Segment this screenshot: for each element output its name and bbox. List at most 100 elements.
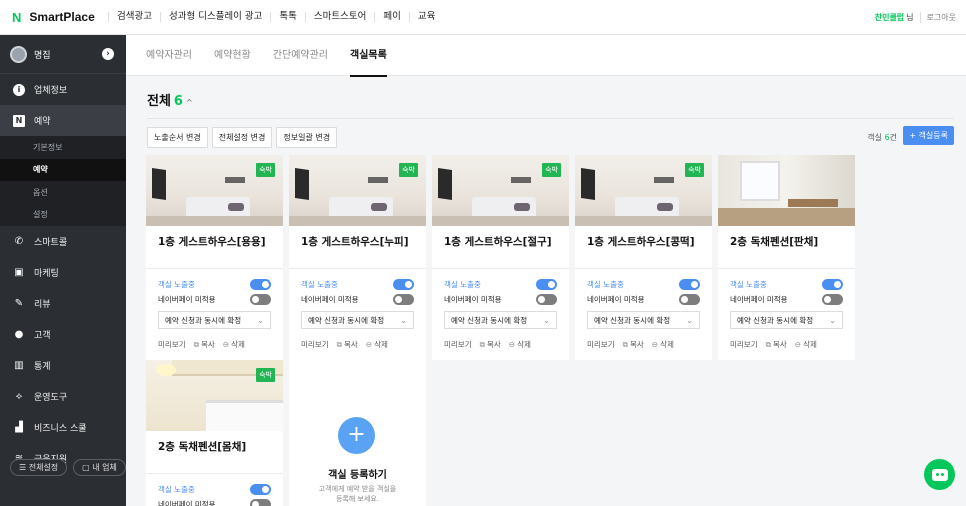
delete-link[interactable]: ⊖ 삭제 [366, 339, 388, 350]
room-card[interactable]: 숙박 2층 독채펜션[몸채] 객실 노출중 네이버페이 미적용 [146, 360, 283, 506]
store-selector[interactable]: 명집 › [0, 35, 126, 74]
exposure-toggle[interactable] [536, 279, 557, 290]
delete-label: 삭제 [231, 340, 245, 349]
room-count-suffix: 건 [889, 133, 897, 142]
chevron-down-icon: ⌄ [829, 315, 836, 325]
copy-link[interactable]: ⧉ 복사 [337, 339, 358, 350]
delete-link[interactable]: ⊖ 삭제 [795, 339, 817, 350]
topnav-display-ads[interactable]: 성과형 디스플레이 광고 [159, 12, 270, 22]
copy-link[interactable]: ⧉ 복사 [623, 339, 644, 350]
preview-link[interactable]: 미리보기 [158, 339, 186, 350]
user-name[interactable]: 찬민클럽 [875, 12, 904, 23]
confirm-mode-select[interactable]: 예약 신청과 동시에 확정 ⌄ [444, 311, 557, 329]
preview-link[interactable]: 미리보기 [301, 339, 329, 350]
confirm-mode-select[interactable]: 예약 신청과 동시에 확정 ⌄ [301, 311, 414, 329]
copy-label: 복사 [486, 340, 501, 349]
plus-icon[interactable]: + [338, 417, 375, 454]
naverpay-toggle[interactable] [679, 294, 700, 305]
chevron-up-icon[interactable]: ^ [186, 98, 193, 107]
exposure-toggle[interactable] [393, 279, 414, 290]
stairs-icon: ▟ [15, 422, 23, 433]
smartplace-logo[interactable]: N SmartPlace [12, 10, 108, 25]
submenu-settings[interactable]: 설정 [0, 204, 126, 227]
trash-icon: ⊖ [222, 340, 230, 349]
select-value: 예약 신청과 동시에 확정 [308, 315, 385, 325]
room-card[interactable]: 숙박 1층 게스트하우스[콩떡] 객실 노출중 네이버페이 미적용 예약 신청과… [575, 155, 712, 360]
sidebar-item-smartcall[interactable]: ✆ 스마트콜 [0, 226, 126, 257]
naverpay-toggle[interactable] [393, 294, 414, 305]
sidebar-item-tools[interactable]: ⟡ 운영도구 [0, 381, 126, 412]
room-card[interactable]: 숙박 1층 게스트하우스[용용] 객실 노출중 네이버페이 미적용 예약 신청과… [146, 155, 283, 360]
tab-status[interactable]: 예약현황 [214, 35, 251, 76]
main-content: 전체 6 ^ 노출순서 변경 전체설정 변경 정보일괄 변경 객실 6건 + 객… [126, 76, 966, 506]
stay-badge: 숙박 [256, 163, 275, 177]
all-settings-label: 전체설정 [28, 463, 59, 472]
sidebar-item-customer[interactable]: ● 고객 [0, 319, 126, 350]
topnav-education[interactable]: 교육 [408, 12, 443, 22]
chatbot-button[interactable] [924, 459, 955, 490]
room-photo: 숙박 [575, 155, 712, 226]
preview-link[interactable]: 미리보기 [587, 339, 615, 350]
room-card[interactable]: 2층 독채펜션[판채] 객실 노출중 네이버페이 미적용 예약 신청과 동시에 … [718, 155, 855, 360]
all-settings-button[interactable]: ☰ 전체설정 [10, 459, 68, 476]
room-card[interactable]: 숙박 1층 게스트하우스[누피] 객실 노출중 네이버페이 미적용 예약 신청과… [289, 155, 426, 360]
sidebar-item-business-info[interactable]: i 업체정보 [0, 74, 126, 105]
naverpay-toggle[interactable] [250, 499, 271, 506]
preview-link[interactable]: 미리보기 [730, 339, 758, 350]
room-photo: 숙박 [146, 155, 283, 226]
tab-room-list[interactable]: 객실목록 [350, 35, 387, 77]
copy-link[interactable]: ⧉ 복사 [766, 339, 787, 350]
delete-label: 삭제 [517, 340, 531, 349]
tab-simple[interactable]: 간단예약관리 [273, 35, 328, 76]
preview-link[interactable]: 미리보기 [444, 339, 472, 350]
room-photo: 숙박 [289, 155, 426, 226]
sidebar-item-reservation[interactable]: N 예약 [0, 105, 126, 136]
copy-link[interactable]: ⧉ 복사 [480, 339, 501, 350]
sidebar-item-marketing[interactable]: ▣ 마케팅 [0, 257, 126, 288]
confirm-mode-select[interactable]: 예약 신청과 동시에 확정 ⌄ [587, 311, 700, 329]
logout-link[interactable]: 로그아웃 [919, 12, 956, 23]
sidebar-item-business-school[interactable]: ▟ 비즈니스 스쿨 [0, 412, 126, 443]
naverpay-toggle[interactable] [250, 294, 271, 305]
topnav-search-ads[interactable]: 검색광고 [108, 12, 160, 22]
delete-link[interactable]: ⊖ 삭제 [223, 339, 245, 350]
naverpay-toggle[interactable] [822, 294, 843, 305]
select-value: 예약 신청과 동시에 확정 [165, 315, 242, 325]
exposure-toggle[interactable] [250, 279, 271, 290]
change-all-settings-button[interactable]: 전체설정 변경 [211, 127, 273, 148]
sidebar-item-review[interactable]: ✎ 리뷰 [0, 288, 126, 319]
exposure-toggle[interactable] [250, 484, 271, 495]
topnav-talktalk[interactable]: 톡톡 [270, 12, 304, 22]
add-room-button[interactable]: + 객실등록 [903, 126, 954, 145]
select-value: 예약 신청과 동시에 확정 [737, 315, 814, 325]
submenu-reservation[interactable]: 예약 [0, 158, 126, 181]
exposure-toggle[interactable] [822, 279, 843, 290]
delete-link[interactable]: ⊖ 삭제 [652, 339, 674, 350]
copy-link[interactable]: ⧉ 복사 [194, 339, 215, 350]
naverpay-toggle[interactable] [536, 294, 557, 305]
user-area: 찬민클럽 님 로그아웃 [875, 0, 956, 35]
sidebar: 명집 › i 업체정보 N 예약 기본정보 예약 옵션 설정 ✆ 스마트콜 ▣ … [0, 35, 126, 506]
my-business-button[interactable]: ▢ 내 업체 [73, 459, 126, 476]
tab-reservers[interactable]: 예약자관리 [146, 35, 192, 76]
delete-link[interactable]: ⊖ 삭제 [509, 339, 531, 350]
page-title-row[interactable]: 전체 6 ^ [147, 90, 193, 109]
topnav-pay[interactable]: 페이 [374, 12, 408, 22]
page-title: 전체 [147, 94, 171, 109]
topnav-smartstore[interactable]: 스마트스토어 [304, 12, 374, 22]
copy-label: 복사 [772, 340, 787, 349]
confirm-mode-select[interactable]: 예약 신청과 동시에 확정 ⌄ [158, 311, 271, 329]
delete-label: 삭제 [660, 340, 674, 349]
room-name: 2층 독채펜션[판채] [718, 226, 855, 269]
exposure-toggle[interactable] [679, 279, 700, 290]
chevron-right-icon[interactable]: › [102, 48, 114, 60]
submenu-basic-info[interactable]: 기본정보 [0, 136, 126, 159]
room-photo [718, 155, 855, 226]
sidebar-item-stats[interactable]: ▥ 통계 [0, 350, 126, 381]
change-order-button[interactable]: 노출순서 변경 [147, 127, 208, 148]
confirm-mode-select[interactable]: 예약 신청과 동시에 확정 ⌄ [730, 311, 843, 329]
room-card[interactable]: 숙박 1층 게스트하우스[절구] 객실 노출중 네이버페이 미적용 예약 신청과… [432, 155, 569, 360]
add-room-card[interactable]: + 객실 등록하기 고객에게 예약 받을 객실을 등록해 보세요. [289, 360, 426, 506]
bulk-edit-button[interactable]: 정보일괄 변경 [276, 127, 338, 148]
submenu-options[interactable]: 옵션 [0, 181, 126, 204]
